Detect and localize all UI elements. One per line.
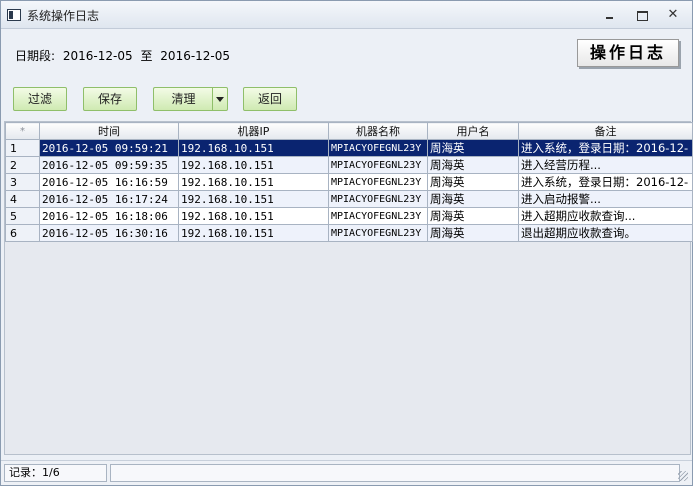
close-button[interactable]: ✕ <box>661 7 685 23</box>
operation-log-badge: 操作日志 <box>577 39 679 67</box>
cell-note: 退出超期应收款查询。 <box>518 224 693 242</box>
table-row[interactable]: 3 2016-12-05 16:16:59 192.168.10.151 MPI… <box>5 173 693 191</box>
window-title: 系统操作日志 <box>27 9 100 23</box>
column-header-time[interactable]: 时间 <box>39 122 179 140</box>
cell-note: 进入经营历程... <box>518 156 693 174</box>
back-button[interactable]: 返回 <box>243 87 297 111</box>
cell-ip: 192.168.10.151 <box>178 207 329 225</box>
filter-button[interactable]: 过滤 <box>13 87 67 111</box>
cell-user: 周海英 <box>427 207 519 225</box>
date-range: 日期段: 2016-12-05 至 2016-12-05 <box>15 47 234 64</box>
cell-host: MPIACYOFEGNL23Y <box>328 139 428 157</box>
column-header-ip[interactable]: 机器IP <box>178 122 329 140</box>
column-header-host[interactable]: 机器名称 <box>328 122 428 140</box>
cell-user: 周海英 <box>427 156 519 174</box>
date-range-label: 日期段: <box>15 49 56 63</box>
minimize-button[interactable] <box>598 7 622 23</box>
status-bar: 记录：1/6 <box>1 460 692 485</box>
cell-note: 进入启动报警... <box>518 190 693 208</box>
date-from: 2016-12-05 <box>62 49 133 63</box>
clean-button[interactable]: 清理 <box>153 87 213 111</box>
close-icon: ✕ <box>667 7 679 22</box>
date-separator: 至 <box>140 49 153 63</box>
cell-note: 进入超期应收款查询... <box>518 207 693 225</box>
row-selector-header[interactable]: * <box>5 122 40 140</box>
cell-user: 周海英 <box>427 224 519 242</box>
table-row[interactable]: 5 2016-12-05 16:18:06 192.168.10.151 MPI… <box>5 207 693 225</box>
save-button[interactable]: 保存 <box>83 87 137 111</box>
table-row[interactable]: 2 2016-12-05 09:59:35 192.168.10.151 MPI… <box>5 156 693 174</box>
column-header-note[interactable]: 备注 <box>518 122 693 140</box>
cell-time: 2016-12-05 16:16:59 <box>39 173 179 191</box>
cell-host: MPIACYOFEGNL23Y <box>328 173 428 191</box>
row-number: 6 <box>5 224 40 242</box>
cell-time: 2016-12-05 09:59:21 <box>39 139 179 157</box>
cell-ip: 192.168.10.151 <box>178 173 329 191</box>
cell-ip: 192.168.10.151 <box>178 190 329 208</box>
cell-user: 周海英 <box>427 139 519 157</box>
table-row[interactable]: 4 2016-12-05 16:17:24 192.168.10.151 MPI… <box>5 190 693 208</box>
cell-host: MPIACYOFEGNL23Y <box>328 224 428 242</box>
cell-time: 2016-12-05 16:18:06 <box>39 207 179 225</box>
cell-ip: 192.168.10.151 <box>178 224 329 242</box>
resize-grip-icon[interactable] <box>678 471 688 481</box>
row-number: 2 <box>5 156 40 174</box>
date-to: 2016-12-05 <box>160 49 231 63</box>
table-row[interactable]: 6 2016-12-05 16:30:16 192.168.10.151 MPI… <box>5 224 693 242</box>
log-table: * 时间 机器IP 机器名称 用户名 备注 1 2016-12-05 09:59… <box>5 122 693 242</box>
status-message <box>110 464 680 482</box>
row-number: 4 <box>5 190 40 208</box>
cell-note: 进入系统，登录日期：2016-12- <box>518 139 693 157</box>
column-header-user[interactable]: 用户名 <box>427 122 519 140</box>
table-header-row: * 时间 机器IP 机器名称 用户名 备注 <box>5 122 693 140</box>
cell-note: 进入系统，登录日期：2016-12- <box>518 173 693 191</box>
table-row[interactable]: 1 2016-12-05 09:59:21 192.168.10.151 MPI… <box>5 139 693 157</box>
cell-time: 2016-12-05 09:59:35 <box>39 156 179 174</box>
cell-ip: 192.168.10.151 <box>178 156 329 174</box>
app-icon <box>7 9 21 21</box>
cell-user: 周海英 <box>427 190 519 208</box>
record-counter: 记录：1/6 <box>4 464 107 482</box>
cell-ip: 192.168.10.151 <box>178 139 329 157</box>
cell-time: 2016-12-05 16:17:24 <box>39 190 179 208</box>
row-number: 3 <box>5 173 40 191</box>
cell-user: 周海英 <box>427 173 519 191</box>
cell-host: MPIACYOFEGNL23Y <box>328 156 428 174</box>
clean-dropdown-arrow-icon[interactable] <box>212 87 228 111</box>
cell-host: MPIACYOFEGNL23Y <box>328 190 428 208</box>
title-bar[interactable]: 系统操作日志 ✕ <box>1 1 692 29</box>
maximize-button[interactable] <box>630 7 654 23</box>
log-grid[interactable]: * 时间 机器IP 机器名称 用户名 备注 1 2016-12-05 09:59… <box>4 121 693 455</box>
log-window: 系统操作日志 ✕ 日期段: 2016-12-05 至 2016-12-05 操作… <box>0 0 693 486</box>
cell-time: 2016-12-05 16:30:16 <box>39 224 179 242</box>
cell-host: MPIACYOFEGNL23Y <box>328 207 428 225</box>
row-number: 5 <box>5 207 40 225</box>
row-number: 1 <box>5 139 40 157</box>
